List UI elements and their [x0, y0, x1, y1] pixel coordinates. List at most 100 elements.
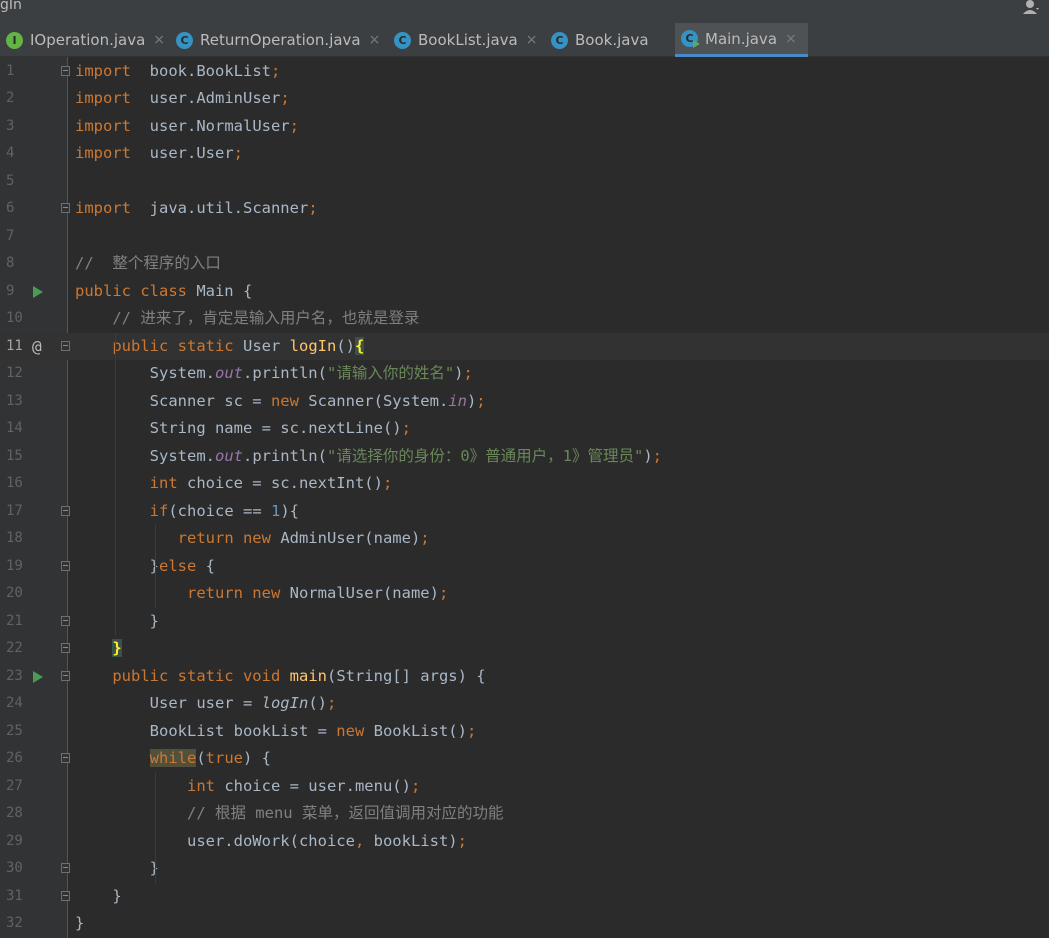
code-line[interactable]: 29 user.doWork(choice, bookList); — [0, 828, 1049, 856]
code-line[interactable]: 19 }else { — [0, 553, 1049, 581]
close-icon[interactable]: × — [785, 31, 797, 47]
line-number: 27 — [6, 777, 23, 794]
line-number: 19 — [6, 557, 23, 574]
line-number: 12 — [6, 365, 23, 381]
line-number: 4 — [6, 145, 15, 161]
fold-icon[interactable] — [61, 753, 70, 763]
fold-icon[interactable] — [61, 863, 70, 873]
usages-icon[interactable]: @ — [32, 333, 42, 361]
fold-icon[interactable] — [61, 203, 70, 213]
code-line[interactable]: 31 } — [0, 883, 1049, 911]
fold-icon[interactable] — [61, 615, 70, 626]
code-line[interactable]: 23 public static void main(String[] args… — [0, 663, 1049, 691]
tab-returnoperation[interactable]: C ReturnOperation.java × — [170, 23, 388, 57]
code-token: choice = user.menu() — [214, 776, 411, 795]
line-number: 17 — [6, 502, 23, 519]
code-line[interactable]: 6 import java.util.Scanner; — [0, 195, 1049, 223]
fold-icon[interactable] — [61, 643, 70, 653]
code-line[interactable]: 27 int choice = user.menu(); — [0, 773, 1049, 801]
code-line[interactable]: 3 import user.NormalUser; — [0, 113, 1049, 141]
close-icon[interactable]: × — [526, 32, 538, 48]
code-token: import — [75, 116, 131, 135]
code-text: // 整个程序的入口 — [75, 250, 221, 278]
code-token: } — [75, 556, 159, 575]
code-line[interactable]: 26 while(true) { — [0, 745, 1049, 773]
code-line[interactable]: 17 if(choice == 1){ — [0, 498, 1049, 526]
code-text: import java.util.Scanner; — [75, 195, 318, 223]
code-token: public static — [112, 336, 234, 355]
code-line[interactable]: 2 import user.AdminUser; — [0, 85, 1049, 113]
code-text: import book.BookList; — [75, 58, 280, 86]
code-text: public static User logIn(){ — [75, 333, 365, 361]
tab-booklist[interactable]: C BookList.java × — [388, 23, 545, 57]
code-line[interactable]: 30 } — [0, 855, 1049, 883]
code-line[interactable]: 32} — [0, 910, 1049, 938]
code-line[interactable]: 9 public class Main { — [0, 278, 1049, 306]
code-text: } — [75, 635, 122, 663]
code-line[interactable]: 25 BookList bookList = new BookList(); — [0, 718, 1049, 746]
code-token: AdminUser(name) — [270, 529, 421, 547]
code-line[interactable]: 21 } — [0, 608, 1049, 636]
code-line[interactable]: 7 — [0, 223, 1049, 251]
code-line[interactable]: 28 // 根据 menu 菜单，返回值调用对应的功能 — [0, 800, 1049, 828]
code-token: user.AdminUser — [131, 89, 281, 107]
run-icon[interactable] — [33, 670, 43, 683]
code-line[interactable]: 24 User user = logIn(); — [0, 690, 1049, 718]
code-line[interactable]: 13 Scanner sc = new Scanner(System.in); — [0, 388, 1049, 416]
fold-icon[interactable] — [61, 890, 70, 901]
indent-guide — [115, 332, 116, 635]
user-icon[interactable] — [1023, 0, 1041, 14]
line-number: 29 — [6, 832, 23, 849]
tab-book[interactable]: C Book.java — [545, 23, 675, 57]
fold-icon[interactable] — [61, 340, 70, 351]
code-token: } — [112, 639, 122, 657]
tab-ioperation[interactable]: I IOperation.java × — [0, 23, 170, 57]
code-line[interactable]: 14 String name = sc.nextLine(); — [0, 415, 1049, 443]
code-token: User — [233, 336, 290, 355]
code-line[interactable]: 8 // 整个程序的入口 — [0, 250, 1049, 278]
code-token: ; — [233, 144, 243, 162]
line-number: 7 — [6, 227, 15, 244]
code-token: Scanner sc = — [75, 391, 271, 410]
code-text: Scanner sc = new Scanner(System.in); — [75, 388, 486, 416]
code-text: BookList bookList = new BookList(); — [75, 718, 477, 746]
line-number: 16 — [6, 475, 23, 491]
close-icon[interactable]: × — [369, 32, 381, 48]
code-token: ; — [401, 419, 411, 437]
code-token: ; — [326, 694, 337, 712]
code-line[interactable]: 20 return new NormalUser(name); — [0, 580, 1049, 608]
code-text: } — [75, 910, 84, 938]
code-token: () — [336, 336, 355, 355]
run-icon[interactable] — [33, 285, 43, 298]
code-editor[interactable]: 1 import book.BookList; 2 import user.Admin… — [0, 57, 1049, 938]
line-number: 5 — [6, 172, 15, 189]
fold-icon[interactable] — [61, 670, 70, 681]
fold-icon[interactable] — [61, 560, 70, 571]
code-text: return new AdminUser(name); — [75, 525, 430, 553]
code-line[interactable]: 22 } — [0, 635, 1049, 663]
code-line[interactable]: 18 return new AdminUser(name); — [0, 525, 1049, 553]
code-token: main — [289, 666, 327, 685]
code-token: import — [75, 89, 131, 107]
line-number: 22 — [6, 640, 23, 656]
code-line[interactable]: 10 // 进来了，肯定是输入用户名，也就是登录 — [0, 305, 1049, 333]
line-number: 9 — [6, 282, 15, 299]
code-line[interactable]: 5 — [0, 168, 1049, 196]
code-line[interactable]: 1 import book.BookList; — [0, 58, 1049, 86]
close-icon[interactable]: × — [153, 32, 165, 48]
line-number: 3 — [6, 117, 15, 134]
fold-icon[interactable] — [61, 65, 70, 76]
code-line[interactable]: 12 System.out.println("请输入你的姓名"); — [0, 360, 1049, 388]
line-number: 2 — [6, 90, 15, 106]
code-line[interactable]: 16 int choice = sc.nextInt(); — [0, 470, 1049, 498]
code-line[interactable]: 15 System.out.println("请选择你的身份：0》普通用户，1》… — [0, 443, 1049, 471]
tab-main[interactable]: C Main.java × — [675, 23, 808, 57]
code-line[interactable]: 11 @ public static User logIn(){ — [0, 332, 1049, 361]
code-line[interactable]: 4 import user.User; — [0, 140, 1049, 168]
code-text: int choice = user.menu(); — [75, 773, 420, 801]
code-token: out — [214, 364, 243, 382]
fold-icon[interactable] — [61, 505, 70, 516]
window-title: gIn — [0, 0, 22, 13]
tab-label: ReturnOperation.java — [200, 31, 361, 49]
